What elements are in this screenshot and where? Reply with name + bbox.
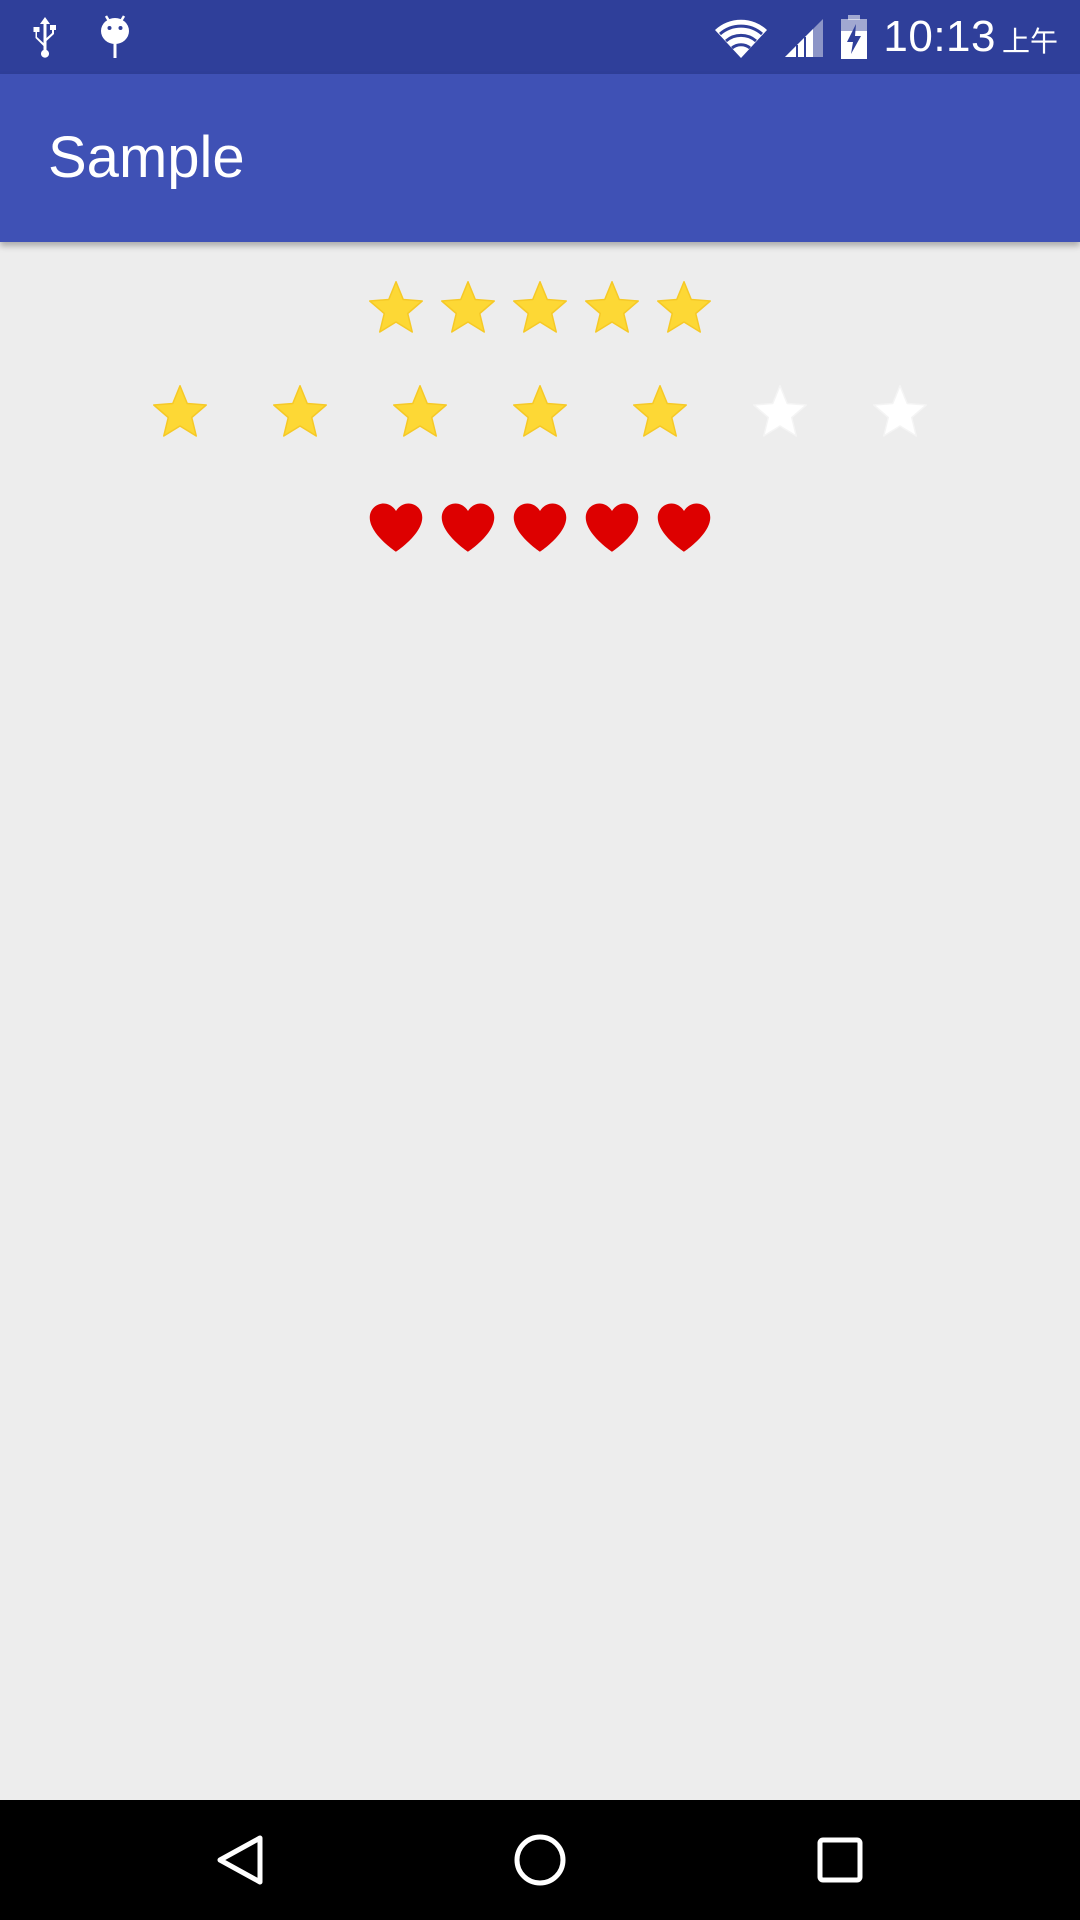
star-icon[interactable] [870, 382, 930, 442]
recents-icon [817, 1837, 863, 1883]
signal-icon [783, 15, 825, 59]
star-icon[interactable] [150, 382, 210, 442]
heart-icon[interactable] [580, 498, 644, 558]
recents-button[interactable] [810, 1830, 870, 1890]
heart-icon[interactable] [652, 498, 716, 558]
navigation-bar [0, 1800, 1080, 1920]
star-icon[interactable] [366, 278, 426, 338]
star-icon[interactable] [390, 382, 450, 442]
home-button[interactable] [510, 1830, 570, 1890]
heart-icon[interactable] [436, 498, 500, 558]
star-icon[interactable] [654, 278, 714, 338]
app-bar: Sample [0, 74, 1080, 242]
clock-time: 10:13 [883, 12, 996, 61]
heart-icon[interactable] [364, 498, 428, 558]
star-icon[interactable] [582, 278, 642, 338]
usb-icon [30, 15, 60, 59]
app-title: Sample [48, 125, 245, 190]
heart-rating[interactable] [0, 498, 1080, 558]
star-icon[interactable] [750, 382, 810, 442]
status-bar: 10:13 上午 [0, 0, 1080, 74]
back-icon [217, 1835, 263, 1885]
clock-ampm: 上午 [1001, 26, 1058, 57]
star-icon[interactable] [510, 382, 570, 442]
star-rating-large[interactable] [0, 382, 1080, 442]
android-debug-icon [98, 14, 132, 60]
wifi-icon [713, 14, 769, 60]
back-button[interactable] [210, 1830, 270, 1890]
star-icon[interactable] [270, 382, 330, 442]
star-rating-small[interactable] [0, 278, 1080, 338]
status-clock: 10:13 上午 [883, 12, 1058, 62]
battery-charging-icon [839, 14, 869, 60]
star-icon[interactable] [630, 382, 690, 442]
content-area [0, 242, 1080, 1800]
star-icon[interactable] [510, 278, 570, 338]
heart-icon[interactable] [508, 498, 572, 558]
star-icon[interactable] [438, 278, 498, 338]
home-icon [514, 1834, 566, 1886]
